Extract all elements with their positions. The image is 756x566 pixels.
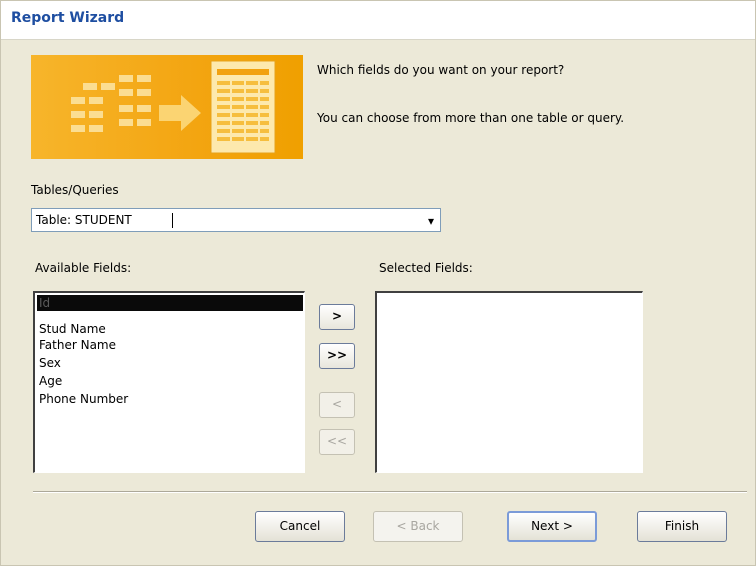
- prompt-multi-source-hint: You can choose from more than one table …: [317, 111, 625, 125]
- footer-divider: [33, 491, 747, 493]
- text-caret: [172, 213, 173, 228]
- available-fields-label: Available Fields:: [35, 261, 132, 275]
- cancel-button[interactable]: Cancel: [255, 511, 345, 542]
- wizard-banner-illustration: [31, 55, 303, 159]
- tables-queries-label: Tables/Queries: [31, 183, 119, 197]
- selected-fields-label: Selected Fields:: [379, 261, 473, 275]
- report-wizard-dialog: Report Wizard Which fields do you want o…: [0, 0, 756, 566]
- prompt-fields-question: Which fields do you want on your report?: [317, 63, 565, 77]
- tables-queries-value: Table: STUDENT: [36, 213, 132, 227]
- next-button[interactable]: Next >: [507, 511, 597, 542]
- selected-fields-list[interactable]: [375, 291, 643, 473]
- tables-queries-select[interactable]: Table: STUDENT ▾: [31, 208, 441, 232]
- remove-field-button[interactable]: <: [319, 392, 355, 418]
- list-item[interactable]: Stud Name: [37, 321, 303, 337]
- add-all-fields-button[interactable]: >>: [319, 343, 355, 369]
- title-bar: Report Wizard: [1, 1, 755, 40]
- available-fields-list[interactable]: Id Stud Name Father Name Sex Age Phone N…: [33, 291, 305, 473]
- window-title: Report Wizard: [11, 10, 125, 26]
- back-button[interactable]: < Back: [373, 511, 463, 542]
- list-item[interactable]: Age: [37, 373, 303, 389]
- list-item[interactable]: Phone Number: [37, 391, 303, 407]
- remove-all-fields-button[interactable]: <<: [319, 429, 355, 455]
- table-to-report-icon: [71, 60, 276, 154]
- list-item[interactable]: Sex: [37, 355, 303, 371]
- finish-button[interactable]: Finish: [637, 511, 727, 542]
- list-item[interactable]: Id: [37, 295, 303, 311]
- list-item[interactable]: Father Name: [37, 337, 303, 353]
- add-field-button[interactable]: >: [319, 304, 355, 330]
- dropdown-arrow-icon[interactable]: ▾: [428, 214, 434, 228]
